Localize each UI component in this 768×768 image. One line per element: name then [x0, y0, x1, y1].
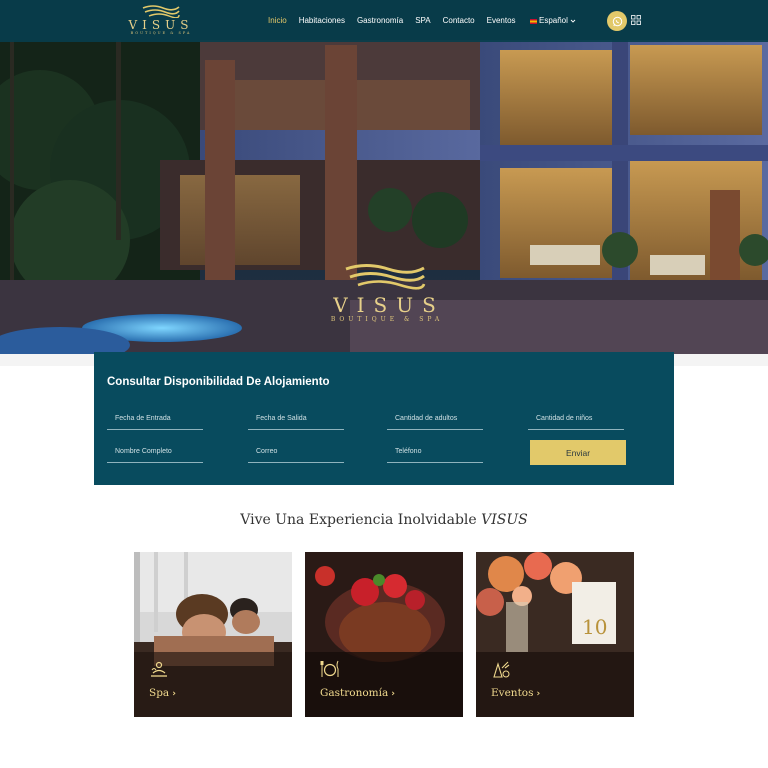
nav-item-habitaciones[interactable]: Habitaciones — [299, 15, 345, 27]
check-out-field[interactable]: Fecha de Salida — [248, 414, 344, 430]
card-gastronomia[interactable]: Gastronomía › — [305, 552, 463, 717]
logo-brand-text: VISUS — [128, 18, 194, 32]
hero-logo-waves-icon — [345, 264, 426, 290]
phone-placeholder: Teléfono — [395, 448, 422, 455]
chevron-right-icon: › — [391, 689, 395, 699]
card-spa-label: Spa › — [149, 686, 176, 701]
booking-form: Consultar Disponibilidad De Alojamiento … — [94, 352, 674, 485]
card-gastronomia-text: Gastronomía — [320, 687, 389, 699]
phone-field[interactable]: Teléfono — [387, 447, 483, 463]
email-placeholder: Correo — [256, 448, 278, 455]
chevron-right-icon: › — [172, 689, 176, 699]
hero-brand-text: VISUS — [333, 293, 445, 317]
check-out-placeholder: Fecha de Salida — [256, 415, 307, 422]
experience-title-prefix: Vive Una Experiencia Inolvidable — [240, 512, 477, 528]
experience-title-brand: VISUS — [481, 512, 528, 528]
whatsapp-button[interactable] — [607, 11, 627, 31]
logo-waves-icon — [142, 5, 180, 18]
booking-title: Consultar Disponibilidad De Alojamiento — [107, 376, 330, 388]
logo-sub-text: BOUTIQUE & SPA — [130, 31, 192, 35]
nav-item-eventos[interactable]: Eventos — [487, 15, 516, 27]
nav-item-spa[interactable]: SPA — [415, 15, 430, 27]
header-logo[interactable]: VISUS BOUTIQUE & SPA — [124, 4, 198, 38]
card-spa-text: Spa — [149, 687, 170, 699]
svg-text:10: 10 — [582, 615, 607, 639]
nav-item-contacto[interactable]: Contacto — [443, 15, 475, 27]
children-placeholder: Cantidad de niños — [536, 415, 593, 422]
hero-sub-text: BOUTIQUE & SPA — [330, 316, 444, 323]
check-in-placeholder: Fecha de Entrada — [115, 415, 171, 422]
spa-icon — [151, 661, 167, 677]
nav-item-gastronomia[interactable]: Gastronomía — [357, 15, 403, 27]
children-field[interactable]: Cantidad de niños — [528, 414, 624, 430]
full-name-field[interactable]: Nombre Completo — [107, 447, 203, 463]
adults-placeholder: Cantidad de adultos — [395, 415, 458, 422]
card-spa[interactable]: Spa › — [134, 552, 292, 717]
table-number-card: 10 — [582, 615, 607, 639]
full-name-placeholder: Nombre Completo — [115, 448, 172, 455]
check-in-field[interactable]: Fecha de Entrada — [107, 414, 203, 430]
events-icon — [493, 661, 510, 678]
grid-menu-icon[interactable] — [631, 15, 641, 25]
hero-logo: VISUS BOUTIQUE & SPA — [300, 262, 470, 324]
whatsapp-icon — [612, 16, 622, 26]
dining-icon — [320, 660, 339, 677]
spain-flag-icon — [530, 18, 537, 24]
card-eventos[interactable]: 10 Eventos › — [476, 552, 634, 717]
email-field[interactable]: Correo — [248, 447, 344, 463]
language-selector[interactable]: Español — [530, 15, 576, 27]
experience-title: Vive Una Experiencia Inolvidable VISUS — [0, 512, 768, 528]
language-label: Español — [539, 16, 568, 25]
adults-field[interactable]: Cantidad de adultos — [387, 414, 483, 430]
submit-button[interactable]: Enviar — [530, 440, 626, 465]
card-eventos-text: Eventos — [491, 687, 534, 699]
card-eventos-label: Eventos › — [491, 686, 540, 701]
chevron-down-icon — [570, 19, 576, 23]
nav-item-inicio[interactable]: Inicio — [268, 15, 287, 27]
card-gastronomia-label: Gastronomía › — [320, 686, 395, 701]
top-navigation: VISUS BOUTIQUE & SPA Inicio Habitaciones… — [0, 0, 768, 42]
main-menu: Inicio Habitaciones Gastronomía SPA Cont… — [268, 15, 528, 27]
chevron-right-icon: › — [536, 689, 541, 699]
